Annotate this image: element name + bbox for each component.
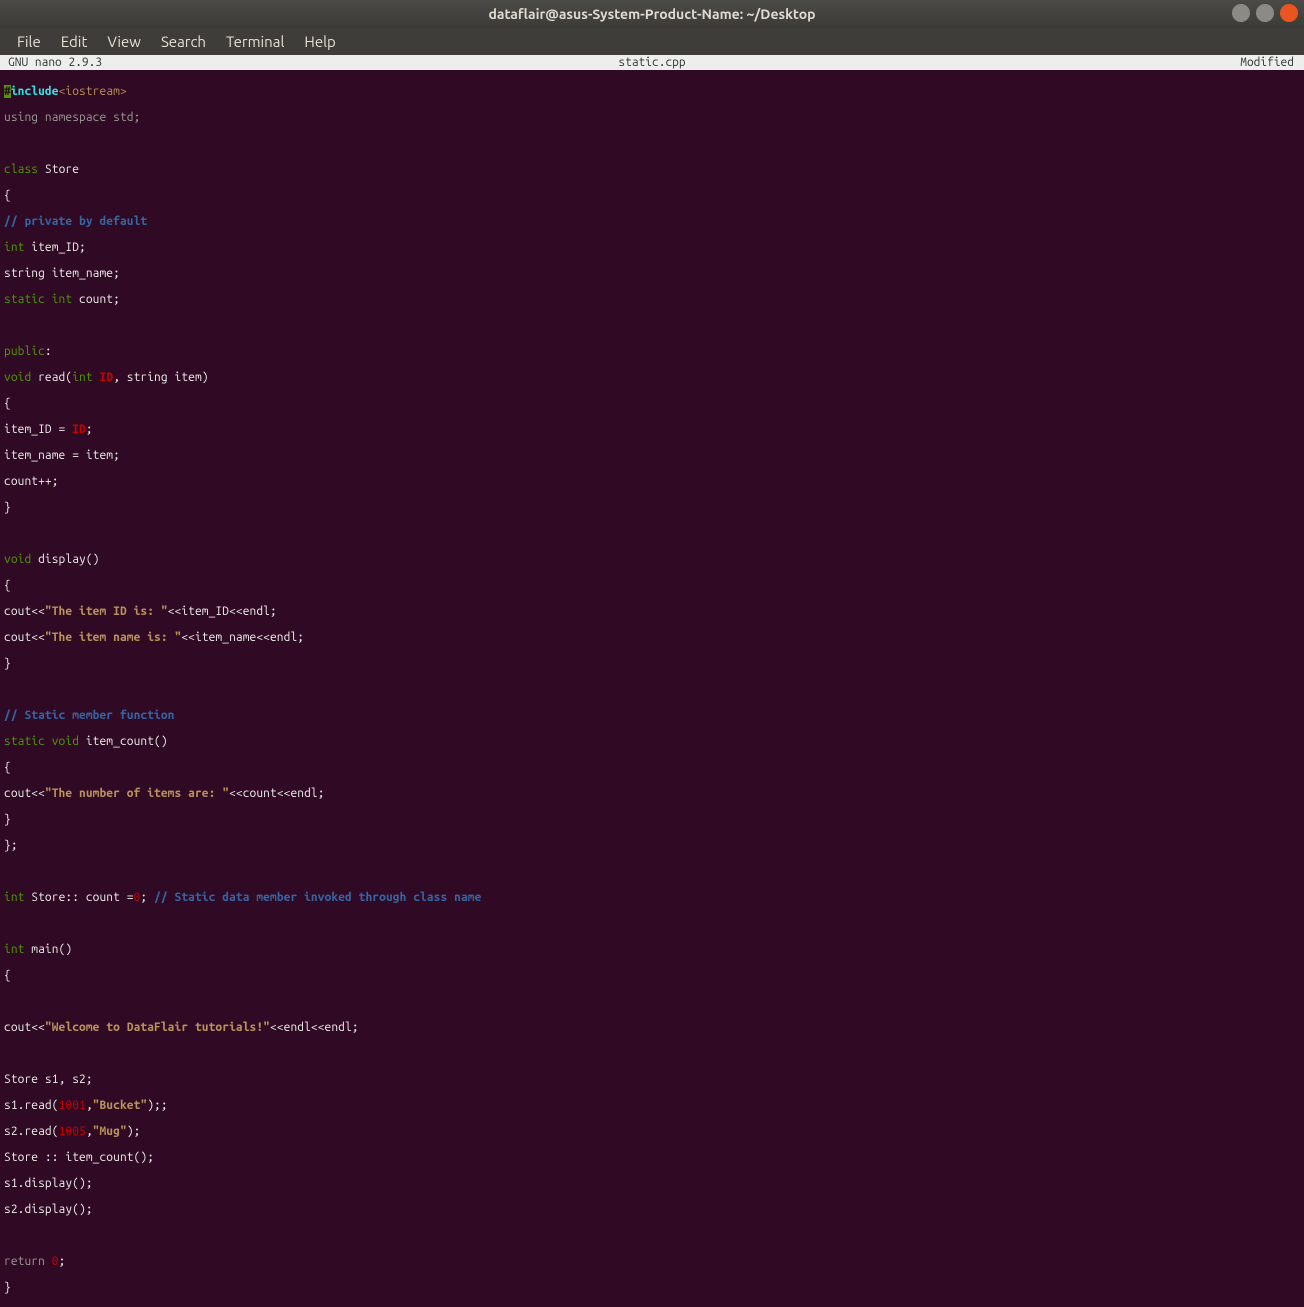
cursor: # bbox=[4, 85, 11, 98]
window-title: dataflair@asus-System-Product-Name: ~/De… bbox=[488, 6, 815, 22]
nano-filename: static.cpp bbox=[618, 56, 685, 69]
menu-file[interactable]: File bbox=[8, 31, 50, 52]
menu-search[interactable]: Search bbox=[152, 31, 215, 52]
menu-help[interactable]: Help bbox=[295, 31, 344, 52]
minimize-button[interactable] bbox=[1232, 4, 1250, 22]
maximize-button[interactable] bbox=[1256, 4, 1274, 22]
nano-modified: Modified bbox=[1240, 56, 1294, 69]
close-button[interactable] bbox=[1280, 4, 1298, 22]
nano-version: GNU nano 2.9.3 bbox=[8, 56, 102, 69]
window-buttons bbox=[1232, 4, 1298, 22]
editor-area[interactable]: #include<iostream> using namespace std; … bbox=[0, 70, 1304, 1307]
menubar: File Edit View Search Terminal Help bbox=[0, 28, 1304, 55]
menu-terminal[interactable]: Terminal bbox=[217, 31, 293, 52]
window-titlebar: dataflair@asus-System-Product-Name: ~/De… bbox=[0, 0, 1304, 28]
nano-status-bar: GNU nano 2.9.3 static.cpp Modified bbox=[0, 55, 1304, 70]
menu-edit[interactable]: Edit bbox=[52, 31, 97, 52]
menu-view[interactable]: View bbox=[98, 31, 150, 52]
